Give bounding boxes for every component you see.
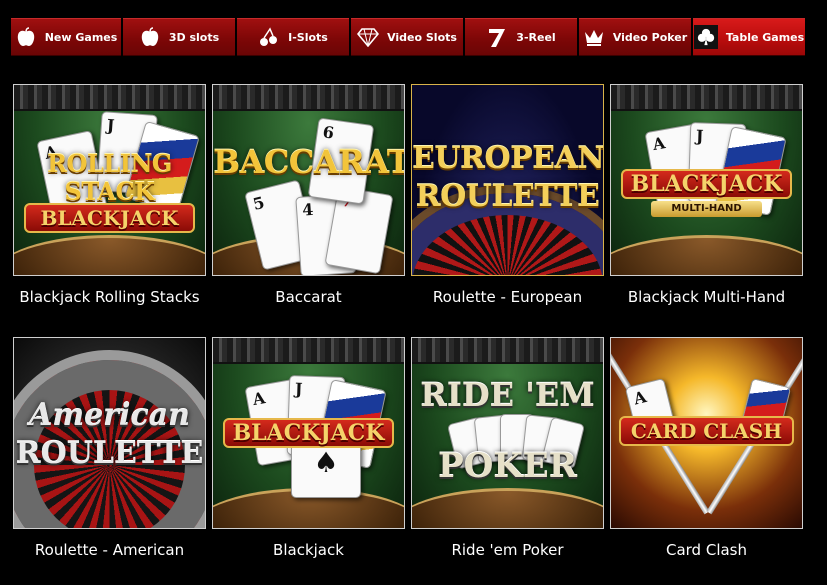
game-tile-roulette-american[interactable]: American ROULETTE Roulette - American <box>13 337 206 559</box>
tab-table-games[interactable]: Table Games <box>693 18 805 56</box>
game-thumbnail[interactable]: A J ROLLING STACK BLACKJACK <box>13 84 206 276</box>
art-banner: BLACKJACK <box>24 203 195 233</box>
game-tile-ride-em-poker[interactable]: RIDE 'EM POKER Ride 'em Poker <box>411 337 604 559</box>
game-caption[interactable]: Blackjack Multi-Hand <box>610 288 803 306</box>
table-rail <box>14 235 205 275</box>
game-thumbnail[interactable]: EUROPEAN ROULETTE <box>411 84 604 276</box>
tab-new-games[interactable]: New Games <box>11 18 121 56</box>
tab-video-poker[interactable]: Video Poker <box>579 18 691 56</box>
game-tile-roulette-european[interactable]: EUROPEAN ROULETTE Roulette - European <box>411 84 604 306</box>
seven-icon <box>486 26 508 48</box>
chip-rack <box>14 85 205 111</box>
table-rail <box>611 235 802 275</box>
game-thumbnail[interactable]: RIDE 'EM POKER <box>411 337 604 529</box>
art-title-line2: ROULETTE <box>415 179 600 214</box>
art-banner: BLACKJACK <box>223 418 394 448</box>
game-category-tabs: New Games 3D slots I-Slots Video Slots 3… <box>11 18 805 56</box>
apple-icon <box>139 26 161 48</box>
game-thumbnail[interactable]: A J BLACKJACK MULTI-HAND <box>610 84 803 276</box>
game-caption[interactable]: Card Clash <box>610 541 803 559</box>
cherries-icon <box>258 26 280 48</box>
game-tile-blackjack-rolling-stacks[interactable]: A J ROLLING STACK BLACKJACK Blackjack Ro… <box>13 84 206 306</box>
game-caption[interactable]: Roulette - European <box>411 288 604 306</box>
art-title: BACCARAT <box>213 143 405 181</box>
chip-rack <box>412 338 603 364</box>
tab-label: 3-Reel <box>516 30 556 44</box>
game-tile-blackjack[interactable]: A J ♠ BLACKJACK Blackjack <box>212 337 405 559</box>
art-banner: BLACKJACK <box>621 169 792 199</box>
chip-rack <box>611 85 802 111</box>
art-title-line2: STACK <box>64 177 155 206</box>
tab-label: New Games <box>44 30 118 44</box>
diamond-icon <box>357 26 380 48</box>
game-tile-card-clash[interactable]: A CARD CLASH Card Clash <box>610 337 803 559</box>
art-subtitle: MULTI-HAND <box>651 201 762 217</box>
tab-label: 3D slots <box>168 30 220 44</box>
game-caption[interactable]: Ride 'em Poker <box>411 541 604 559</box>
art-title-line1: ROLLING <box>47 149 172 178</box>
art-title-line2: ROULETTE <box>15 436 204 471</box>
tab-video-slots[interactable]: Video Slots <box>351 18 463 56</box>
game-tile-baccarat[interactable]: 5 4 7 6 BACCARAT Baccarat <box>212 84 405 306</box>
tab-label: Video Slots <box>387 30 457 44</box>
tab-3-reel[interactable]: 3-Reel <box>465 18 577 56</box>
chip-rack <box>213 85 404 111</box>
tab-3d-slots[interactable]: 3D slots <box>123 18 235 56</box>
art-title-line1: EUROPEAN <box>412 141 604 176</box>
game-thumbnail[interactable]: 5 4 7 6 BACCARAT <box>212 84 405 276</box>
game-caption[interactable]: Roulette - American <box>13 541 206 559</box>
game-thumbnail[interactable]: A CARD CLASH <box>610 337 803 529</box>
game-thumbnail[interactable]: A J ♠ BLACKJACK <box>212 337 405 529</box>
tab-i-slots[interactable]: I-Slots <box>237 18 349 56</box>
art-title-line1: RIDE 'EM <box>420 376 595 414</box>
game-caption[interactable]: Blackjack <box>212 541 405 559</box>
game-caption[interactable]: Baccarat <box>212 288 405 306</box>
card-spade-large: ♠ <box>291 442 361 498</box>
art-title-line1: American <box>29 398 190 433</box>
art-banner: CARD CLASH <box>619 416 794 446</box>
tab-label: Video Poker <box>612 30 688 44</box>
art-title-line2: POKER <box>438 446 577 486</box>
crown-icon <box>583 26 605 48</box>
chip-rack <box>213 338 404 364</box>
apple-icon <box>15 26 37 48</box>
game-caption[interactable]: Blackjack Rolling Stacks <box>13 288 206 306</box>
game-tile-blackjack-multi-hand[interactable]: A J BLACKJACK MULTI-HAND Blackjack Multi… <box>610 84 803 306</box>
tab-label: I-Slots <box>288 30 328 44</box>
clover-icon <box>693 25 718 49</box>
tab-label: Table Games <box>725 30 805 44</box>
game-thumbnail[interactable]: American ROULETTE <box>13 337 206 529</box>
table-rail <box>412 488 603 528</box>
